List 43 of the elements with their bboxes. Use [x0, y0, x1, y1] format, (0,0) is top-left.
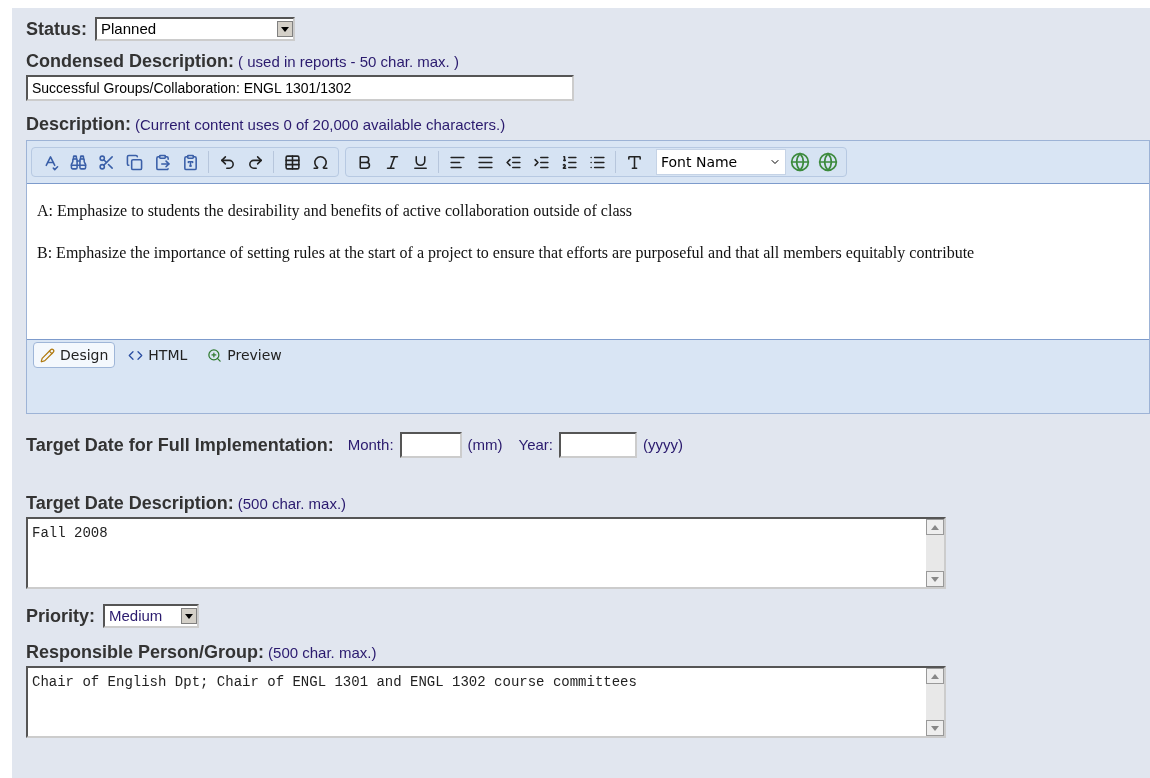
- editor-mode-tab[interactable]: Preview: [200, 342, 289, 368]
- field-label: Target Date for Full Implementation:: [26, 433, 334, 457]
- year-input[interactable]: [559, 432, 637, 458]
- select-value: Font Name: [661, 152, 738, 172]
- scrollbar[interactable]: [926, 668, 944, 736]
- condensed-description-input[interactable]: Successful Groups/Collaboration: ENGL 1301/1302: [26, 75, 574, 101]
- month-input[interactable]: [399, 432, 462, 458]
- paragraph: A: Emphasize to students the desirability and benefits of active collaboration outside of class: [37, 201, 633, 222]
- month-label: Month:: [347, 434, 394, 455]
- scroll-up-icon[interactable]: [926, 668, 944, 684]
- editor-mode-tab[interactable]: HTML: [121, 342, 195, 368]
- year-label: Year:: [518, 434, 553, 455]
- status-select[interactable]: Planned: [95, 17, 295, 41]
- responsible-person-field[interactable]: Chair of English Dpt; Chair of ENGL 1301 and ENGL 1302 course committees: [26, 666, 946, 738]
- field-label: Target Date Description:: [26, 492, 234, 515]
- target-date-description-field[interactable]: Fall 2008: [26, 517, 946, 589]
- scroll-down-icon[interactable]: [926, 720, 944, 736]
- field-label: Responsible Person/Group:: [26, 641, 265, 664]
- font-name-select[interactable]: Font Name: [656, 149, 786, 175]
- field-label: Status:: [26, 17, 87, 41]
- year-format-hint: (yyyy): [643, 434, 683, 455]
- magnifier-icon: [207, 347, 223, 363]
- scroll-up-icon[interactable]: [926, 519, 944, 535]
- editor-content[interactable]: [27, 183, 1149, 339]
- field-label: Description:: [26, 113, 131, 136]
- field-value: Fall 2008: [31, 524, 109, 543]
- scroll-down-icon[interactable]: [926, 571, 944, 587]
- paragraph: B: Emphasize the importance of setting rules at the start of a project to ensure that efforts are purposeful and that all members equitably contribute: [37, 243, 976, 264]
- scrollbar[interactable]: [926, 519, 944, 587]
- field-hint: (Current content uses 0 of 20,000 available characters.): [135, 115, 506, 135]
- field-hint: (500 char. max.): [237, 494, 347, 514]
- input-value: Successful Groups/Collaboration: ENGL 1301/1302: [32, 78, 352, 98]
- month-format-hint: (mm): [467, 434, 503, 455]
- pencil-icon: [40, 347, 55, 363]
- select-value: Planned: [101, 18, 157, 39]
- field-label: Priority:: [26, 604, 95, 628]
- field-label: Condensed Description:: [26, 50, 235, 73]
- select-value: Medium: [109, 605, 163, 626]
- priority-select[interactable]: Medium: [103, 604, 199, 628]
- field-value: Chair of English Dpt; Chair of ENGL 1301 and ENGL 1302 course committees: [31, 673, 638, 692]
- editor-mode-tab[interactable]: Design: [33, 342, 116, 368]
- field-hint: (500 char. max.): [268, 643, 377, 663]
- field-hint: ( used in reports - 50 char. max. ): [238, 52, 459, 72]
